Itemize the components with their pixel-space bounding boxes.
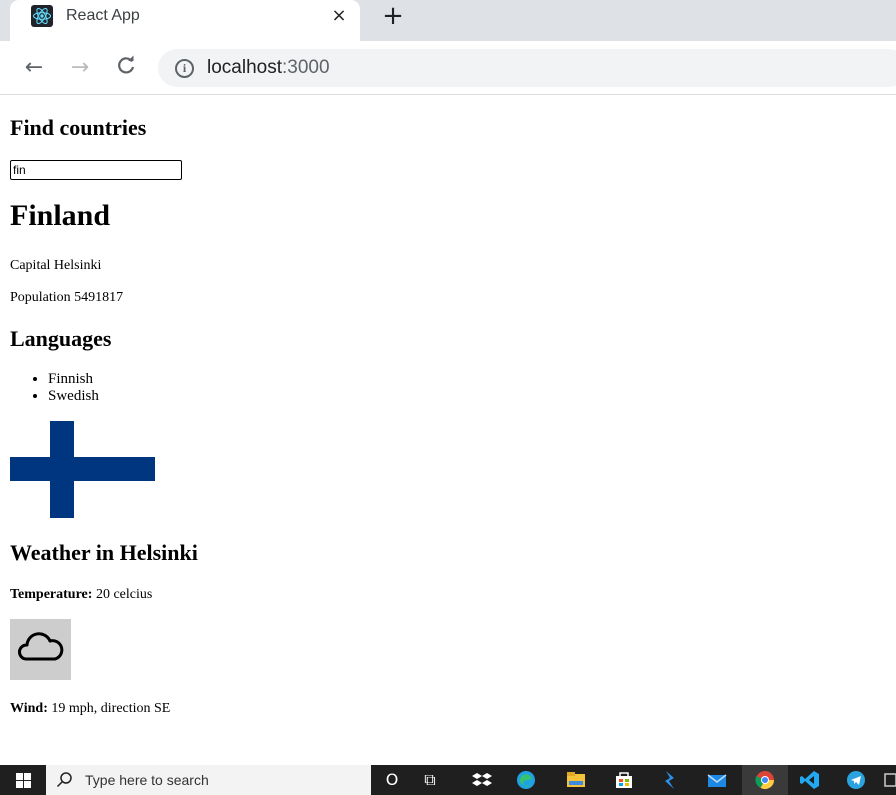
taskbar-search-box[interactable]: Type here to search bbox=[46, 765, 371, 795]
taskbar: Type here to search O ⧉ bbox=[0, 765, 896, 795]
info-icon[interactable]: i bbox=[175, 59, 194, 78]
task-view-icon[interactable]: ⧉ bbox=[420, 770, 440, 790]
url-host: localhost bbox=[207, 57, 282, 78]
new-tab-icon[interactable]: + bbox=[380, 3, 406, 29]
tab-strip: React App × + bbox=[0, 0, 896, 41]
browser-toolbar: ← → i localhost:3000 bbox=[0, 41, 896, 95]
languages-heading: Languages bbox=[10, 326, 112, 351]
power-automate-icon[interactable] bbox=[660, 770, 680, 790]
mail-icon[interactable] bbox=[707, 770, 727, 790]
forward-arrow-icon[interactable]: → bbox=[67, 55, 93, 81]
capital-text: Capital Helsinki bbox=[10, 258, 102, 273]
languages-list: Finnish Swedish bbox=[10, 371, 99, 405]
wind-label: Wind: bbox=[10, 701, 48, 716]
cortana-icon[interactable]: O bbox=[382, 770, 402, 790]
population-text: Population 5491817 bbox=[10, 290, 124, 305]
taskbar-overflow-icon[interactable] bbox=[882, 770, 896, 790]
wind-value: 19 mph, direction SE bbox=[47, 701, 171, 716]
file-explorer-icon[interactable] bbox=[566, 770, 586, 790]
weather-heading: Weather in Helsinki bbox=[10, 540, 198, 565]
country-search-input[interactable] bbox=[10, 160, 182, 180]
country-name-heading: Finland bbox=[10, 199, 111, 232]
windows-start-icon[interactable] bbox=[0, 765, 46, 795]
search-icon bbox=[56, 771, 74, 789]
url-text[interactable]: localhost:3000 bbox=[207, 57, 330, 79]
flag-cross-horizontal bbox=[10, 457, 155, 481]
active-tab[interactable]: React App × bbox=[10, 0, 360, 41]
cloud-icon bbox=[10, 619, 71, 680]
address-bar[interactable]: i localhost:3000 bbox=[158, 49, 896, 87]
dropbox-icon[interactable] bbox=[472, 770, 492, 790]
close-icon[interactable]: × bbox=[328, 5, 350, 27]
finland-flag-image bbox=[10, 421, 155, 518]
language-item: Finnish bbox=[48, 371, 99, 388]
temperature-text: Temperature: 20 celcius bbox=[10, 587, 152, 603]
react-logo-icon bbox=[31, 5, 53, 27]
store-icon[interactable] bbox=[614, 770, 634, 790]
vscode-icon[interactable] bbox=[800, 770, 820, 790]
find-countries-heading: Find countries bbox=[10, 115, 147, 140]
back-arrow-icon[interactable]: ← bbox=[21, 55, 47, 81]
taskbar-search-placeholder: Type here to search bbox=[85, 772, 209, 788]
temperature-label: Temperature: bbox=[10, 587, 93, 602]
temperature-value: 20 celcius bbox=[92, 587, 153, 602]
wind-text: Wind: 19 mph, direction SE bbox=[10, 701, 170, 717]
url-port: :3000 bbox=[282, 57, 330, 78]
language-item: Swedish bbox=[48, 388, 99, 405]
telegram-icon[interactable] bbox=[846, 770, 866, 790]
chrome-taskbar-button[interactable] bbox=[742, 765, 788, 795]
tab-title: React App bbox=[66, 7, 140, 24]
reload-icon[interactable] bbox=[113, 55, 139, 81]
edge-browser-icon[interactable] bbox=[516, 770, 536, 790]
